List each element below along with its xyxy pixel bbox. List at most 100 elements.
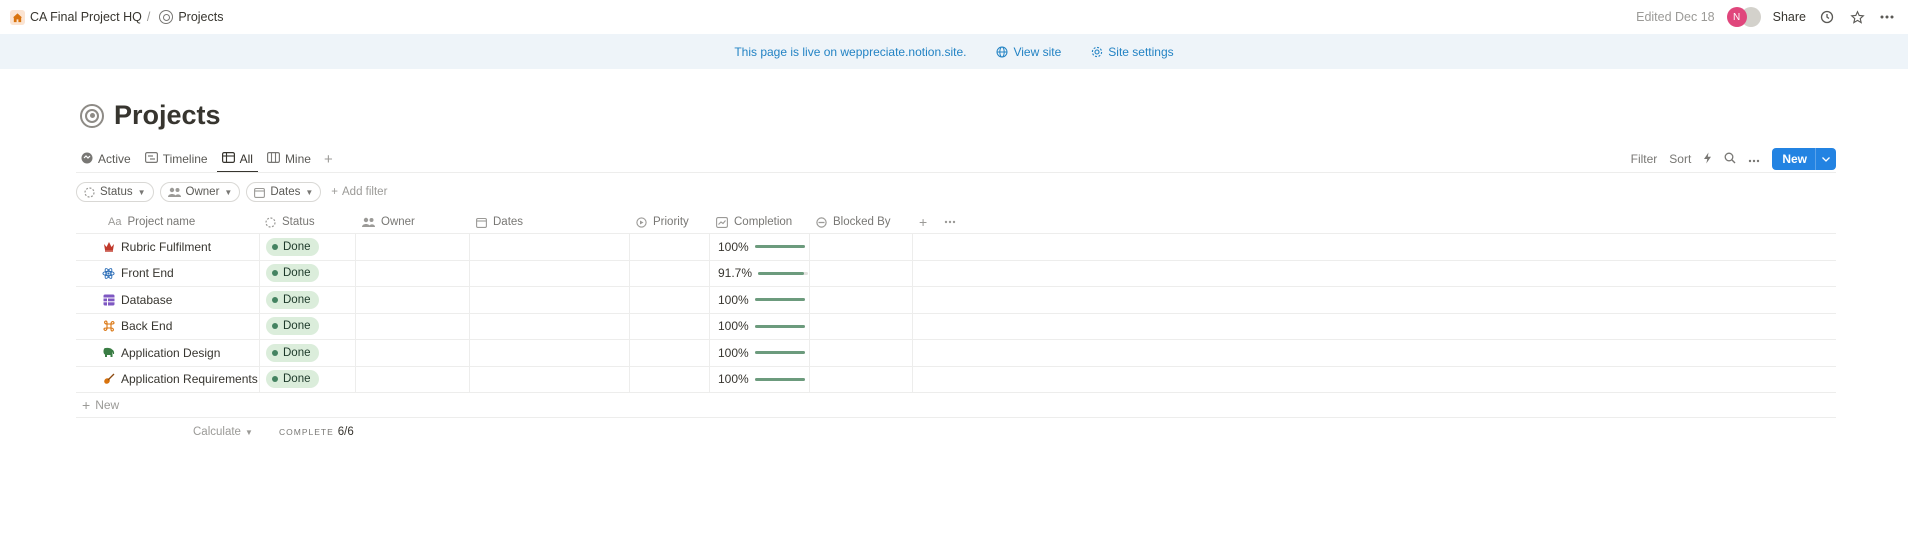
dates-cell[interactable] [470,287,630,313]
more-icon[interactable] [1748,152,1760,166]
table-row[interactable]: Application Requirements Done 100% [76,366,1836,393]
table-row[interactable]: Back End Done 100% [76,313,1836,340]
add-column-icon[interactable]: + [913,210,927,234]
tab-all[interactable]: All [216,146,259,173]
priority-cell[interactable] [630,340,710,366]
blocked-by-cell[interactable] [810,340,913,366]
column-header-status[interactable]: Status [259,210,315,234]
priority-cell[interactable] [630,234,710,260]
blocked-by-cell[interactable] [810,260,913,286]
chevron-down-icon[interactable] [1815,148,1836,170]
status-filter-chip[interactable]: Status ▼ [76,182,154,202]
page-header: Projects [80,100,221,131]
table-grid-icon [102,293,115,306]
search-icon[interactable] [1724,152,1736,167]
status-cell[interactable]: Done [259,366,356,392]
more-icon[interactable] [938,210,956,234]
status-icon [84,186,95,198]
status-label: Done [283,267,311,280]
home-icon[interactable] [10,9,25,25]
project-name-cell[interactable]: Application Design [76,340,259,366]
breadcrumb-page[interactable]: Projects [178,10,223,24]
page-title[interactable]: Projects [114,100,221,131]
dates-cell[interactable] [470,313,630,339]
owner-cell[interactable] [356,313,470,339]
column-header-owner[interactable]: Owner [356,210,415,234]
table-row[interactable]: Database Done 100% [76,287,1836,314]
table-row[interactable]: Application Design Done 100% [76,340,1836,367]
status-cell[interactable]: Done [259,260,356,286]
priority-cell[interactable] [630,260,710,286]
new-row-button[interactable]: + New [76,393,1836,418]
tab-label: Active [98,152,131,166]
priority-cell[interactable] [630,366,710,392]
progress-fill [754,351,805,355]
project-name-cell[interactable]: Application Requirements [76,367,259,393]
column-header-priority[interactable]: Priority [630,210,689,234]
relation-icon [816,216,827,228]
calculate-dropdown[interactable]: Calculate ▼ [193,426,253,438]
target-icon [159,10,174,24]
project-name-cell[interactable]: Rubric Fulfilment [76,234,259,260]
project-name: Application Design [121,345,221,360]
dates-cell[interactable] [470,234,630,260]
table-row[interactable]: Front End Done 91.7% [76,260,1836,287]
star-icon[interactable] [1848,8,1866,26]
priority-cell[interactable] [630,313,710,339]
project-name-cell[interactable]: Database [76,287,259,313]
owner-cell[interactable] [356,366,470,392]
dates-cell[interactable] [470,260,630,286]
status-cell[interactable]: Done [259,287,356,313]
completion-value: 100% [718,372,749,387]
add-filter-button[interactable]: + Add filter [331,186,387,198]
filter-button[interactable]: Filter [1631,152,1658,166]
blocked-by-cell[interactable] [810,287,913,313]
blocked-by-cell[interactable] [810,313,913,339]
calculation-key: COMPLETE [279,427,334,437]
target-icon[interactable] [80,103,104,128]
completion-cell: 100% [710,234,810,260]
more-icon[interactable] [1878,8,1896,26]
clock-icon[interactable] [1818,8,1836,26]
dates-filter-chip[interactable]: Dates ▼ [246,182,322,202]
project-name-cell[interactable]: Back End [76,314,259,340]
elephant-icon [102,346,115,359]
avatar-group[interactable]: N [1726,7,1761,27]
tab-active[interactable]: Active [76,146,136,172]
breadcrumb-workspace[interactable]: CA Final Project HQ [30,10,142,24]
column-label: Blocked By [833,216,891,228]
status-calculation[interactable]: COMPLETE 6/6 [279,426,354,438]
status-cell[interactable]: Done [259,313,356,339]
dates-cell[interactable] [470,366,630,392]
dates-cell[interactable] [470,340,630,366]
owner-cell[interactable] [356,340,470,366]
blocked-by-cell[interactable] [810,234,913,260]
status-cell[interactable]: Done [259,234,356,260]
avatar[interactable]: N [1726,7,1747,27]
priority-cell[interactable] [630,287,710,313]
owner-cell[interactable] [356,234,470,260]
owner-filter-chip[interactable]: Owner ▼ [159,182,241,202]
calculation-value: 6/6 [337,426,354,438]
owner-cell[interactable] [356,287,470,313]
status-cell[interactable]: Done [259,340,356,366]
view-site-link[interactable]: View site [996,45,1061,59]
sort-button[interactable]: Sort [1669,152,1691,166]
column-header-completion[interactable]: Completion [710,210,792,234]
column-header-project-name[interactable]: Aa Project name [102,210,195,234]
completion-value: 100% [718,319,749,334]
table-row[interactable]: Rubric Fulfilment Done 100% [76,234,1836,261]
share-button[interactable]: Share [1773,10,1806,24]
column-header-dates[interactable]: Dates [470,210,523,234]
site-settings-link[interactable]: Site settings [1091,45,1174,59]
tab-timeline[interactable]: Timeline [140,146,213,172]
completion-cell: 100% [710,366,810,392]
project-name-cell[interactable]: Front End [76,261,259,287]
add-view-icon[interactable]: + [320,151,337,168]
new-button[interactable]: New [1772,148,1836,170]
owner-cell[interactable] [356,260,470,286]
lightning-icon[interactable] [1703,152,1712,167]
blocked-by-cell[interactable] [810,366,913,392]
column-header-blocked-by[interactable]: Blocked By [810,210,891,234]
tab-mine[interactable]: Mine [262,146,316,172]
